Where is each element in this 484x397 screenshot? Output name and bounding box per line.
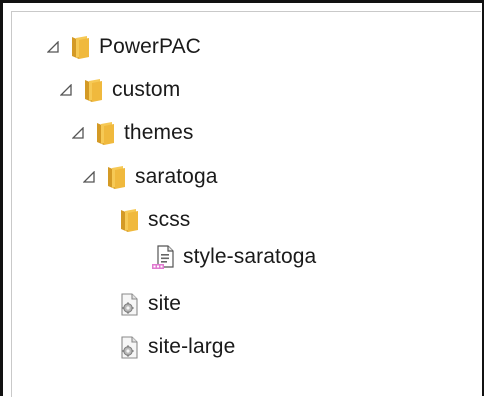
tree-item-custom[interactable]: custom [59, 70, 180, 110]
tree-item-label: custom [112, 78, 181, 101]
tree-item-label: saratoga [135, 165, 218, 188]
tree-item-label: PowerPAC [99, 35, 201, 58]
tree-item-label: themes [124, 121, 194, 144]
expanded-arrow-icon[interactable] [82, 170, 96, 184]
folder-icon [118, 207, 140, 233]
folder-icon [82, 77, 104, 103]
tree-item-label: site-large [148, 335, 236, 358]
folder-icon [105, 164, 127, 190]
expanded-arrow-icon[interactable] [59, 83, 73, 97]
tree-item-style-saratoga[interactable]: style-saratoga [128, 237, 316, 277]
folder-icon [94, 120, 116, 146]
tree-item-label: scss [148, 208, 191, 231]
config-file-icon [118, 334, 140, 360]
tree-item-site[interactable]: site [95, 284, 181, 324]
tree-item-powerpac[interactable]: PowerPAC [46, 27, 201, 67]
expanded-arrow-icon[interactable] [46, 40, 60, 54]
scss-file-icon [151, 244, 175, 270]
tree-item-site-large[interactable]: site-large [95, 327, 235, 367]
folder-tree: PowerPAC custom themes saratoga scss sty… [0, 0, 484, 396]
tree-item-themes[interactable]: themes [71, 113, 193, 153]
tree-item-label: site [148, 292, 182, 315]
tree-item-scss[interactable]: scss [95, 200, 190, 240]
config-file-icon [118, 291, 140, 317]
tree-item-saratoga[interactable]: saratoga [82, 157, 218, 197]
tree-item-label: style-saratoga [183, 245, 317, 268]
folder-icon [69, 34, 91, 60]
expanded-arrow-icon[interactable] [71, 126, 85, 140]
